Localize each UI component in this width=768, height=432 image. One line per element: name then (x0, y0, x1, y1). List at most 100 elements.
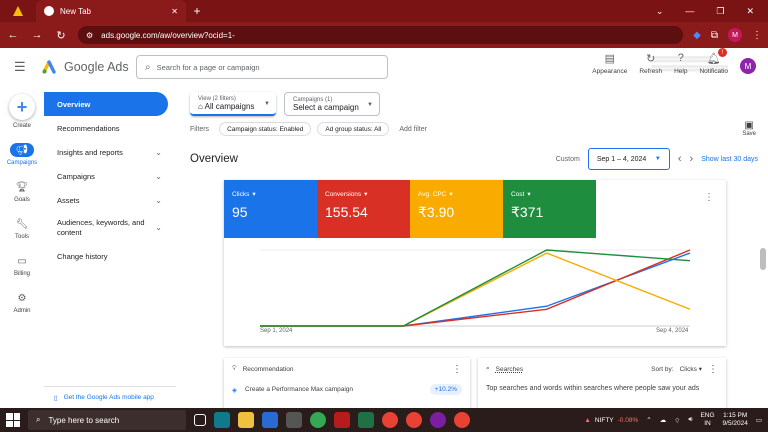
metric-tile-clicks[interactable]: Clicks ▾ 95 (224, 180, 317, 238)
store-icon[interactable] (286, 412, 302, 428)
chevron-right-icon[interactable]: › (690, 153, 694, 165)
language-indicator[interactable]: ENG IN (700, 412, 714, 428)
refresh-button[interactable]: ↻ Refresh (639, 52, 662, 75)
mail-icon[interactable] (262, 412, 278, 428)
sidenav-item-audiences[interactable]: Audiences, keywords, and content ⌄ (44, 212, 176, 244)
search-icon: ⌕ (486, 365, 490, 372)
mobile-app-label: Get the Google Ads mobile app (63, 394, 154, 401)
save-button[interactable]: ▣ Save (742, 120, 756, 137)
excel-icon[interactable] (358, 412, 374, 428)
sidenav-item-campaigns[interactable]: Campaigns ⌄ (44, 164, 176, 188)
site-info-icon[interactable]: ⚙ (86, 31, 93, 40)
recommendation-item[interactable]: ◈ Create a Performance Max campaign +10.… (224, 384, 470, 395)
close-tab-icon[interactable]: ✕ (171, 7, 178, 16)
rail-campaigns[interactable]: 📢︎ Campaigns (7, 143, 37, 166)
sidenav-label: Audiences, keywords, and content (57, 218, 145, 237)
more-options-icon[interactable]: ⋮ (452, 364, 462, 375)
notifications-button[interactable]: 🔔︎! Notificatio (699, 48, 728, 75)
help-label: Help (674, 68, 688, 75)
optimization-score-badge: +10.2% (429, 384, 462, 395)
search-input[interactable]: ⌕ Search for a page or campaign (136, 55, 388, 79)
google-ads-favicon (13, 6, 23, 16)
rail-campaigns-label: Campaigns (6, 160, 38, 166)
puzzle-icon[interactable]: ⧉ (711, 30, 718, 41)
chip-ad-group-status[interactable]: Ad group status: All (317, 122, 390, 136)
chevron-down-icon[interactable]: ⌄ (656, 6, 664, 17)
rail-goals[interactable]: 🏆︎ Goals (10, 180, 34, 204)
pinned-tab-google-ads[interactable] (0, 0, 36, 22)
date-range-text: Sep 1 – 4, 2024 (596, 155, 647, 163)
sort-dropdown[interactable]: Clicks ▾ (680, 365, 702, 373)
edge-icon[interactable] (214, 412, 230, 428)
chevron-left-icon[interactable]: ‹ (678, 153, 682, 165)
reload-icon[interactable]: ↻ (54, 29, 68, 42)
address-bar[interactable]: ⚙ ads.google.com/aw/overview?ocid=1- (78, 26, 684, 44)
windows-start-icon[interactable] (6, 413, 20, 427)
metric-tile-cost[interactable]: Cost ▾ ₹371 (503, 180, 596, 238)
extension-icon[interactable]: ◆ (693, 30, 701, 41)
notification-center-icon[interactable]: ▭ (756, 416, 762, 424)
task-view-icon[interactable] (194, 414, 206, 426)
chart-down-icon: ▲ (584, 416, 591, 424)
metric-value: 95 (232, 204, 248, 220)
close-window-icon[interactable]: ✕ (746, 6, 754, 17)
mobile-app-link[interactable]: ▯ Get the Google Ads mobile app (44, 386, 176, 408)
rail-create[interactable]: + Create (9, 88, 35, 129)
tab-new-tab[interactable]: New Tab ✕ (36, 0, 186, 22)
add-filter-button[interactable]: Add filter (399, 126, 427, 133)
google-ads-logo[interactable]: Google Ads (42, 60, 129, 74)
save-label: Save (742, 131, 756, 137)
chrome-icon[interactable] (310, 412, 326, 428)
new-tab-button[interactable]: + (190, 4, 204, 18)
time-text: 1:15 PM (723, 412, 748, 419)
file-explorer-icon[interactable] (238, 412, 254, 428)
chrome-profile-icon[interactable] (454, 412, 470, 428)
forward-icon[interactable]: → (30, 29, 44, 41)
restore-icon[interactable]: ❐ (716, 6, 724, 17)
sidenav-item-change-history[interactable]: Change history (44, 244, 176, 268)
save-icon: ▣ (744, 120, 754, 131)
rail-billing[interactable]: ▭ Billing (10, 254, 34, 278)
chevron-up-icon[interactable]: ⌃ (646, 416, 651, 424)
minimize-icon[interactable]: — (685, 6, 694, 17)
appearance-button[interactable]: ▤ Appearance (592, 52, 627, 75)
sidenav-item-assets[interactable]: Assets ⌄ (44, 188, 176, 212)
wifi-icon[interactable]: ⌔ (674, 416, 680, 425)
chip-campaign-status[interactable]: Campaign status: Enabled (219, 122, 312, 136)
volume-icon[interactable]: 🔊︎ (688, 416, 692, 424)
sidenav-item-insights[interactable]: Insights and reports ⌄ (44, 140, 176, 164)
metric-tile-conversions[interactable]: Conversions ▾ 155.54 (317, 180, 410, 238)
searches-title[interactable]: Searches (496, 366, 523, 373)
view-value-text: All campaigns (204, 101, 255, 111)
stock-ticker[interactable]: ▲ NIFTY -0.08% (584, 417, 638, 424)
sidenav-item-recommendations[interactable]: Recommendations (44, 116, 176, 140)
taskbar-search[interactable]: ⌕ Type here to search (28, 410, 186, 430)
cloud-icon[interactable]: ☁ (660, 416, 667, 424)
page-scrollbar[interactable] (760, 248, 766, 270)
view-filters: View (2 filters) ⌂ All campaigns ▼ Campa… (190, 92, 380, 116)
rail-admin[interactable]: ⚙ Admin (10, 291, 34, 315)
campaign-dropdown[interactable]: Campaigns (1) Select a campaign ▼ (284, 92, 380, 116)
date-range-picker[interactable]: Sep 1 – 4, 2024 ▼ (587, 148, 670, 170)
chrome-profile-icon[interactable] (406, 412, 422, 428)
app-header: ☰ Google Ads ⌕ Search for a page or camp… (0, 48, 768, 86)
view-dropdown[interactable]: View (2 filters) ⌂ All campaigns ▼ (190, 92, 276, 116)
sidenav-item-overview[interactable]: Overview (44, 92, 168, 116)
media-app-icon[interactable] (334, 412, 350, 428)
sidenav-label: Assets (57, 195, 80, 205)
account-avatar[interactable]: M (740, 58, 756, 74)
rail-tools[interactable]: 🔧︎ Tools (10, 217, 34, 241)
menu-icon[interactable]: ☰ (14, 59, 30, 75)
metric-tile-avg-cpc[interactable]: Avg. CPC ▾ ₹3.90 (410, 180, 503, 238)
performance-chart-card: Clicks ▾ 95 Conversions ▾ 155.54 Avg. CPC ▾… (224, 180, 726, 346)
more-options-icon[interactable]: ⋮ (704, 192, 714, 203)
browser-profile-avatar[interactable]: M (728, 28, 742, 42)
chrome-profile-icon[interactable] (382, 412, 398, 428)
help-button[interactable]: ? Help (674, 52, 687, 75)
clock[interactable]: 1:15 PM 9/5/2024 (723, 412, 748, 428)
more-options-icon[interactable]: ⋮ (708, 364, 718, 375)
show-last-30-days-link[interactable]: Show last 30 days (701, 156, 758, 163)
back-icon[interactable]: ← (6, 29, 20, 41)
chrome-active-icon[interactable] (430, 412, 446, 428)
kebab-menu-icon[interactable]: ⋮ (752, 30, 762, 41)
